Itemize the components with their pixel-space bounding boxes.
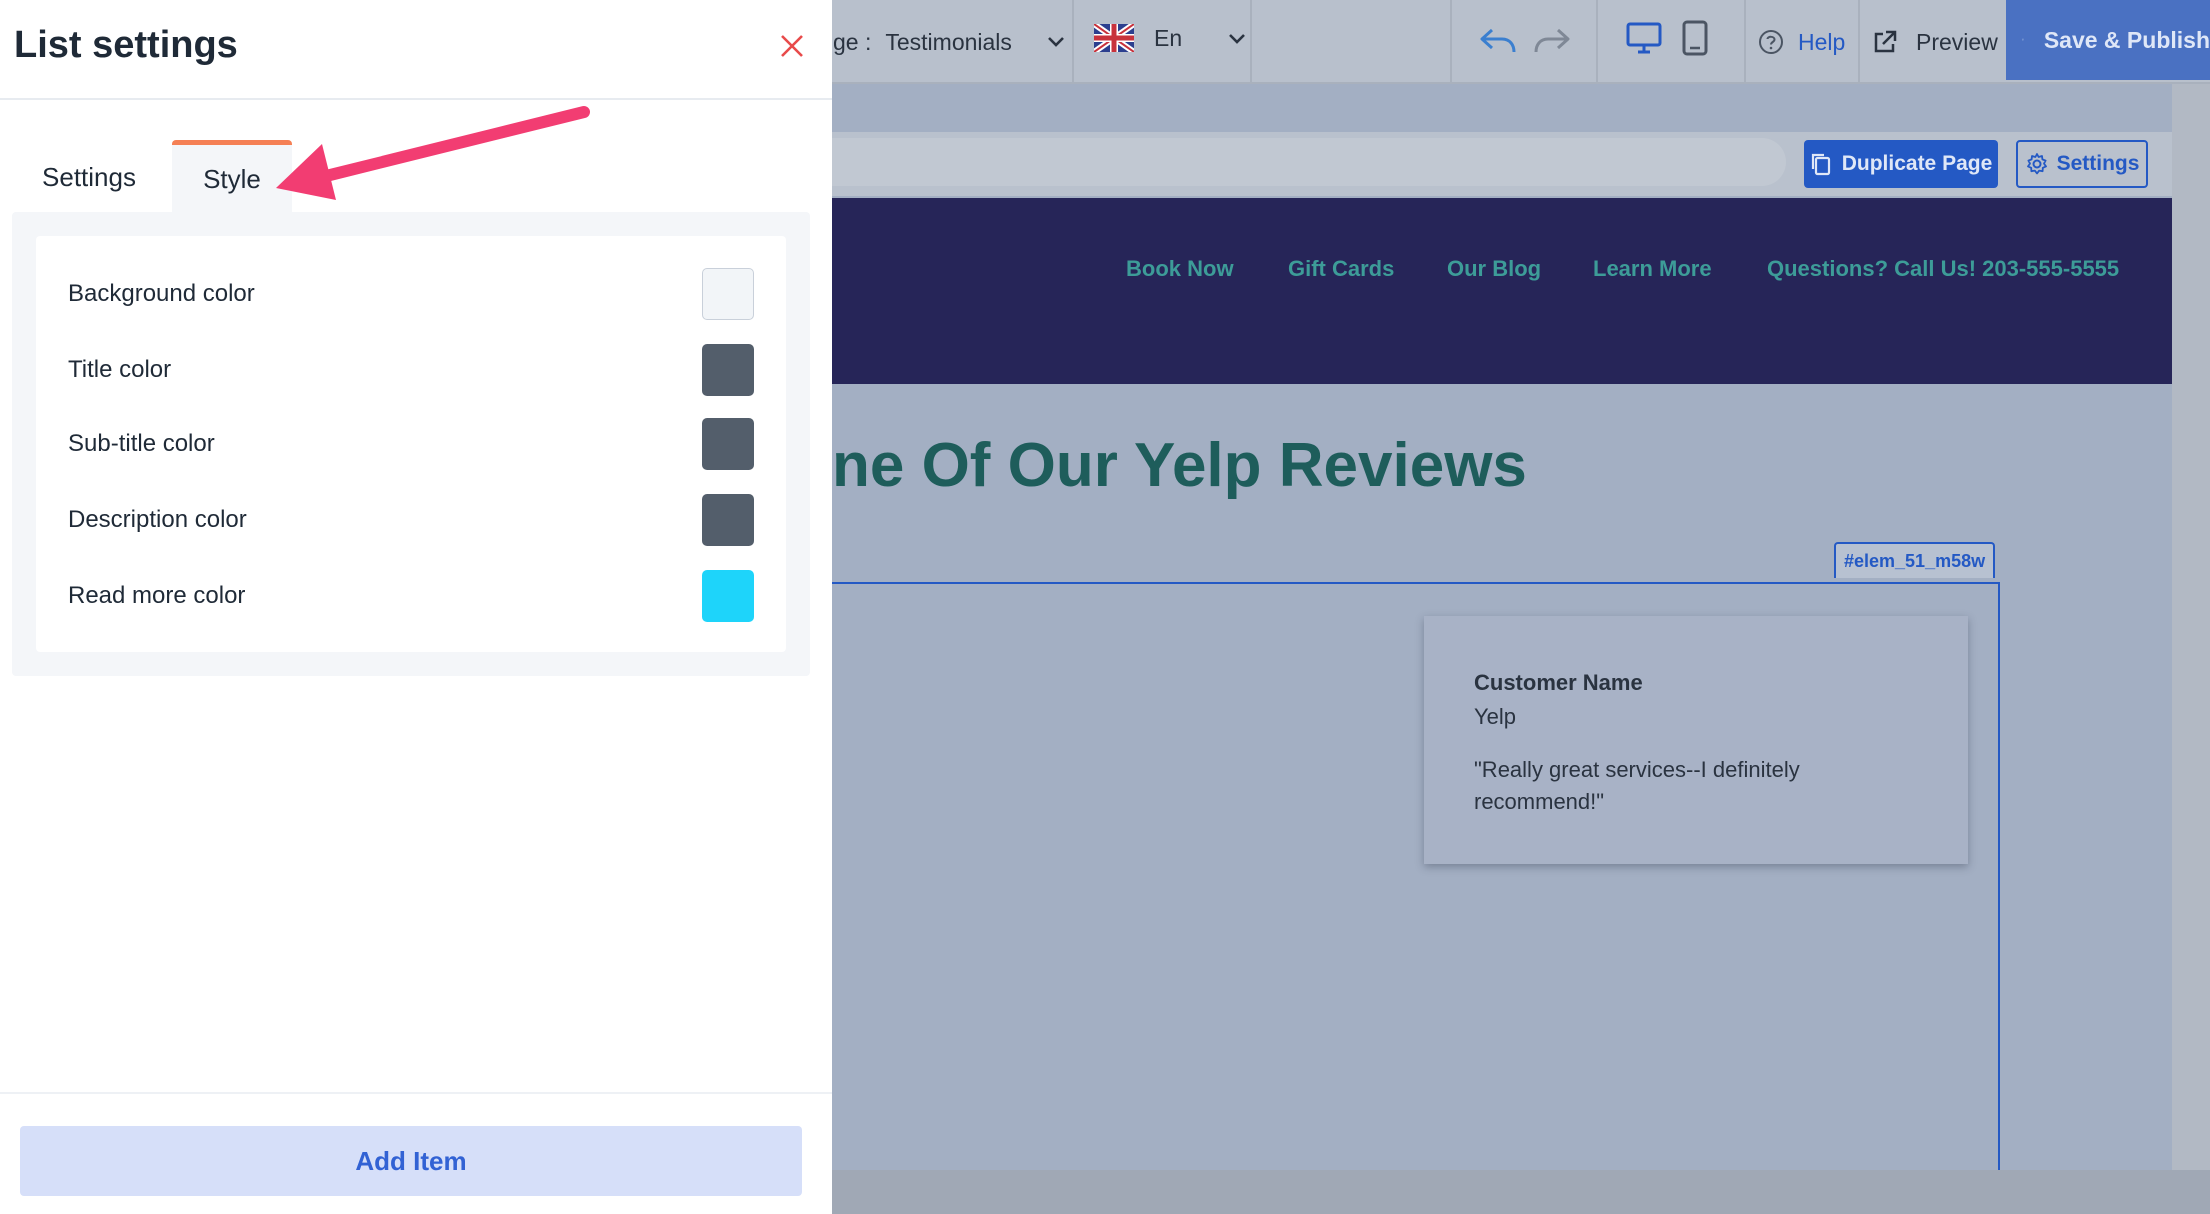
save-publish-button[interactable]: Save & Publish <box>2006 0 2210 80</box>
uk-flag-icon <box>1094 24 1134 52</box>
redo-icon[interactable] <box>1532 24 1572 58</box>
toolbar-divider <box>1744 0 1746 84</box>
color-row-subtitle: Sub-title color <box>68 418 754 470</box>
color-label: Description color <box>68 506 247 533</box>
language-label: En <box>1154 24 1183 51</box>
read-more-color-swatch[interactable] <box>702 570 754 622</box>
language-selector[interactable]: En <box>1094 24 1248 52</box>
desktop-view-icon[interactable] <box>1626 22 1662 54</box>
preview-button[interactable]: Preview <box>1872 0 1998 84</box>
tab-settings[interactable]: Settings <box>14 142 164 212</box>
toolbar-divider <box>1596 0 1598 84</box>
close-icon[interactable] <box>778 32 806 60</box>
chevron-down-icon <box>1048 37 1064 47</box>
element-id-tag[interactable]: #elem_51_m58w <box>1834 542 1996 578</box>
section-heading-wrapper: ne Of Our Yelp Reviews <box>832 420 2132 510</box>
color-row-title: Title color <box>68 344 754 396</box>
duplicate-page-label: Duplicate Page <box>1841 152 1993 175</box>
nav-link-book-now[interactable]: Book Now <box>1126 256 1234 282</box>
undo-icon[interactable] <box>1478 24 1518 58</box>
panel-header: List settings <box>0 0 832 100</box>
help-label: Help <box>1798 28 1846 55</box>
section-heading: ne Of Our Yelp Reviews <box>832 431 1527 500</box>
nav-link-call-us[interactable]: Questions? Call Us! 203-555-5555 <box>1767 256 2119 282</box>
panel-title: List settings <box>14 24 238 66</box>
nav-link-our-blog[interactable]: Our Blog <box>1447 256 1541 282</box>
color-label: Title color <box>68 356 172 383</box>
chevron-down-icon <box>1229 34 1246 44</box>
description-color-swatch[interactable] <box>702 494 754 546</box>
review-card[interactable]: Customer Name Yelp "Really great service… <box>1424 616 1968 864</box>
canvas-margin <box>2172 84 2210 1214</box>
save-publish-label: Save & Publish <box>2043 26 2210 53</box>
page-selector-label: ge : <box>833 28 872 55</box>
mobile-view-icon[interactable] <box>1682 20 1708 56</box>
canvas-bottom-edge <box>832 1170 2210 1214</box>
subtitle-color-swatch[interactable] <box>702 418 754 470</box>
color-label: Sub-title color <box>68 430 215 457</box>
title-color-swatch[interactable] <box>702 344 754 396</box>
review-customer-name: Customer Name <box>1474 670 1643 695</box>
gear-icon <box>2026 153 2047 175</box>
copy-icon <box>1811 153 1830 176</box>
color-label: Read more color <box>68 582 246 609</box>
review-quote: "Really great services--I definitely rec… <box>1474 757 1800 814</box>
toolbar-divider <box>1250 0 1252 84</box>
color-row-description: Description color <box>68 494 754 546</box>
color-row-read-more: Read more color <box>68 570 754 622</box>
external-link-icon <box>1874 30 1897 53</box>
page-settings-button[interactable]: Settings <box>2016 140 2148 188</box>
page-selector-value: Testimonials <box>885 28 1012 55</box>
page-url-bar[interactable] <box>832 138 1786 186</box>
duplicate-page-button[interactable]: Duplicate Page <box>1804 140 1998 188</box>
toolbar-divider <box>1450 0 1452 84</box>
preview-label: Preview <box>1916 28 1998 55</box>
site-navigation-bar <box>832 198 2172 384</box>
background-color-swatch[interactable] <box>702 268 754 320</box>
tab-style[interactable]: Style <box>172 140 292 214</box>
add-item-button[interactable]: Add Item <box>20 1126 802 1196</box>
page-selector[interactable]: ge : Testimonials <box>833 0 1064 84</box>
nav-link-learn-more[interactable]: Learn More <box>1593 256 1712 282</box>
color-row-background: Background color <box>68 268 754 320</box>
toolbar-divider <box>1858 0 1860 84</box>
upload-icon <box>2022 38 2024 42</box>
help-button[interactable]: Help <box>1758 0 1845 84</box>
color-label: Background color <box>68 280 255 307</box>
list-settings-panel: List settings Settings Style Background … <box>0 0 832 1214</box>
nav-link-gift-cards[interactable]: Gift Cards <box>1288 256 1394 282</box>
question-circle-icon <box>1759 30 1783 54</box>
toolbar-divider <box>1072 0 1074 84</box>
page-settings-label: Settings <box>2056 152 2140 175</box>
review-source: Yelp <box>1474 704 1517 729</box>
